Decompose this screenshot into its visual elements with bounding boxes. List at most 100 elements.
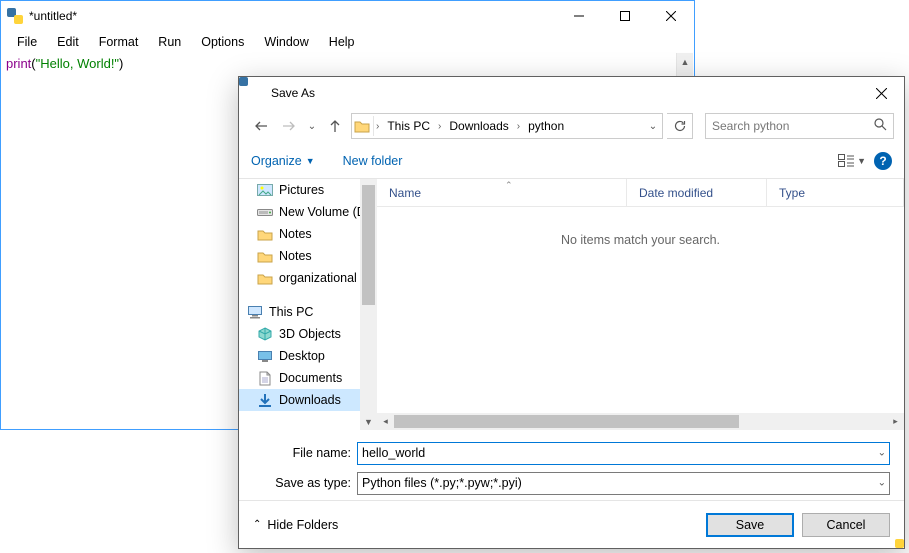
code-token-paren-close: ) — [119, 56, 123, 71]
filename-text[interactable] — [362, 446, 885, 460]
filetype-select[interactable]: Python files (*.py;*.pyw;*.pyi) ⌄ — [357, 472, 890, 495]
chevron-right-icon[interactable]: › — [374, 121, 381, 132]
filename-input[interactable]: ⌄ — [357, 442, 890, 465]
3d-icon — [257, 326, 273, 342]
tree-item-label: Notes — [279, 227, 312, 241]
scroll-down-icon[interactable]: ▼ — [360, 413, 377, 430]
tree-item-new-volume-d[interactable]: New Volume (D: — [239, 201, 377, 223]
menu-format[interactable]: Format — [89, 33, 149, 51]
menu-window[interactable]: Window — [254, 33, 318, 51]
save-as-dialog: Save As ⌄ › This PC › Downloads › python… — [238, 76, 905, 549]
back-button[interactable] — [249, 114, 273, 138]
forward-button[interactable] — [277, 114, 301, 138]
tree-item-3d-objects[interactable]: 3D Objects — [239, 323, 377, 345]
folder-icon — [354, 116, 374, 136]
search-placeholder: Search python — [712, 119, 789, 133]
filetype-value: Python files (*.py;*.pyw;*.pyi) — [362, 476, 522, 490]
tree-item-label: This PC — [269, 305, 313, 319]
maximize-button[interactable] — [602, 1, 648, 31]
drive-icon — [257, 204, 273, 220]
scroll-right-icon[interactable]: ▸ — [887, 416, 904, 427]
tree-item-label: New Volume (D: — [279, 205, 369, 219]
folder-icon — [257, 226, 273, 242]
column-date[interactable]: Date modified — [627, 179, 767, 206]
tree-item-documents[interactable]: Documents — [239, 367, 377, 389]
nav-bar: ⌄ › This PC › Downloads › python ⌄ Searc… — [239, 109, 904, 143]
menu-options[interactable]: Options — [191, 33, 254, 51]
breadcrumb[interactable]: › This PC › Downloads › python ⌄ — [351, 113, 663, 139]
column-headers: ⌃ Name Date modified Type — [377, 179, 904, 207]
scroll-thumb[interactable] — [394, 415, 739, 428]
scroll-left-icon[interactable]: ◂ — [377, 416, 394, 427]
thispc-icon — [247, 304, 263, 320]
dialog-toolbar: Organize ▼ New folder ▼ ? — [239, 143, 904, 179]
tree-item-pictures[interactable]: Pictures📌 — [239, 179, 377, 201]
tree-item-label: organizational d — [279, 271, 367, 285]
chevron-up-icon: ⌃ — [253, 519, 261, 530]
chevron-down-icon[interactable]: ⌄ — [644, 121, 662, 132]
chevron-right-icon[interactable]: › — [515, 121, 522, 132]
tree-item-label: Pictures — [279, 183, 324, 197]
file-fields: File name: ⌄ Save as type: Python files … — [239, 434, 904, 498]
empty-message: No items match your search. — [377, 233, 904, 247]
desktop-icon — [257, 348, 273, 364]
python-icon — [7, 8, 23, 24]
view-options-button[interactable]: ▼ — [838, 154, 866, 167]
cancel-button[interactable]: Cancel — [802, 513, 890, 537]
chevron-down-icon: ▼ — [306, 156, 315, 166]
scroll-thumb[interactable] — [362, 185, 375, 305]
tree-item-notes[interactable]: Notes — [239, 245, 377, 267]
search-input[interactable]: Search python — [705, 113, 894, 139]
save-button[interactable]: Save — [706, 513, 794, 537]
menu-run[interactable]: Run — [148, 33, 191, 51]
hide-folders-label: Hide Folders — [267, 518, 338, 532]
code-token-string: "Hello, World!" — [36, 56, 119, 71]
chevron-down-icon: ▼ — [857, 156, 866, 166]
recent-locations-button[interactable]: ⌄ — [305, 114, 319, 138]
tree-item-label: Documents — [279, 371, 342, 385]
tree-item-label: Downloads — [279, 393, 341, 407]
hide-folders-button[interactable]: ⌃ Hide Folders — [253, 518, 338, 532]
tree-item-label: Notes — [279, 249, 312, 263]
dialog-title-text: Save As — [271, 86, 315, 100]
menu-edit[interactable]: Edit — [47, 33, 89, 51]
new-folder-button[interactable]: New folder — [343, 154, 403, 168]
idle-titlebar[interactable]: *untitled* — [1, 1, 694, 31]
help-button[interactable]: ? — [874, 152, 892, 170]
tree-item-notes[interactable]: Notes — [239, 223, 377, 245]
idle-menubar: File Edit Format Run Options Window Help — [1, 31, 694, 53]
scroll-up-icon[interactable]: ▲ — [677, 53, 693, 70]
crumb-python[interactable]: python — [522, 119, 570, 133]
idle-title-text: *untitled* — [29, 9, 77, 23]
chevron-down-icon[interactable]: ⌄ — [878, 448, 886, 459]
tree-item-downloads[interactable]: Downloads — [239, 389, 377, 411]
documents-icon — [257, 370, 273, 386]
folder-icon — [257, 270, 273, 286]
chevron-right-icon[interactable]: › — [436, 121, 443, 132]
chevron-down-icon[interactable]: ⌄ — [878, 478, 886, 489]
crumb-downloads[interactable]: Downloads — [443, 119, 514, 133]
column-name[interactable]: Name — [377, 179, 627, 206]
tree-scrollbar[interactable]: ▲ ▼ — [360, 179, 377, 430]
close-button[interactable] — [648, 1, 694, 31]
folder-icon — [257, 248, 273, 264]
dialog-titlebar[interactable]: Save As — [239, 77, 904, 109]
organize-label: Organize — [251, 154, 302, 168]
menu-file[interactable]: File — [7, 33, 47, 51]
file-list[interactable]: ⌃ Name Date modified Type No items match… — [377, 179, 904, 430]
tree-item-organizational-d[interactable]: organizational d — [239, 267, 377, 289]
column-type[interactable]: Type — [767, 179, 904, 206]
crumb-this-pc[interactable]: This PC — [381, 119, 436, 133]
minimize-button[interactable] — [556, 1, 602, 31]
up-button[interactable] — [323, 114, 347, 138]
refresh-button[interactable] — [667, 113, 693, 139]
search-icon — [874, 118, 887, 134]
menu-help[interactable]: Help — [319, 33, 365, 51]
tree-item-this-pc[interactable]: This PC — [239, 301, 377, 323]
organize-menu[interactable]: Organize ▼ — [251, 154, 315, 168]
list-hscrollbar[interactable]: ◂ ▸ — [377, 413, 904, 430]
folder-tree[interactable]: Pictures📌 New Volume (D: Notes Notes organiz… — [239, 179, 377, 430]
dialog-close-button[interactable] — [858, 77, 904, 109]
filename-label: File name: — [253, 446, 357, 460]
tree-item-desktop[interactable]: Desktop — [239, 345, 377, 367]
